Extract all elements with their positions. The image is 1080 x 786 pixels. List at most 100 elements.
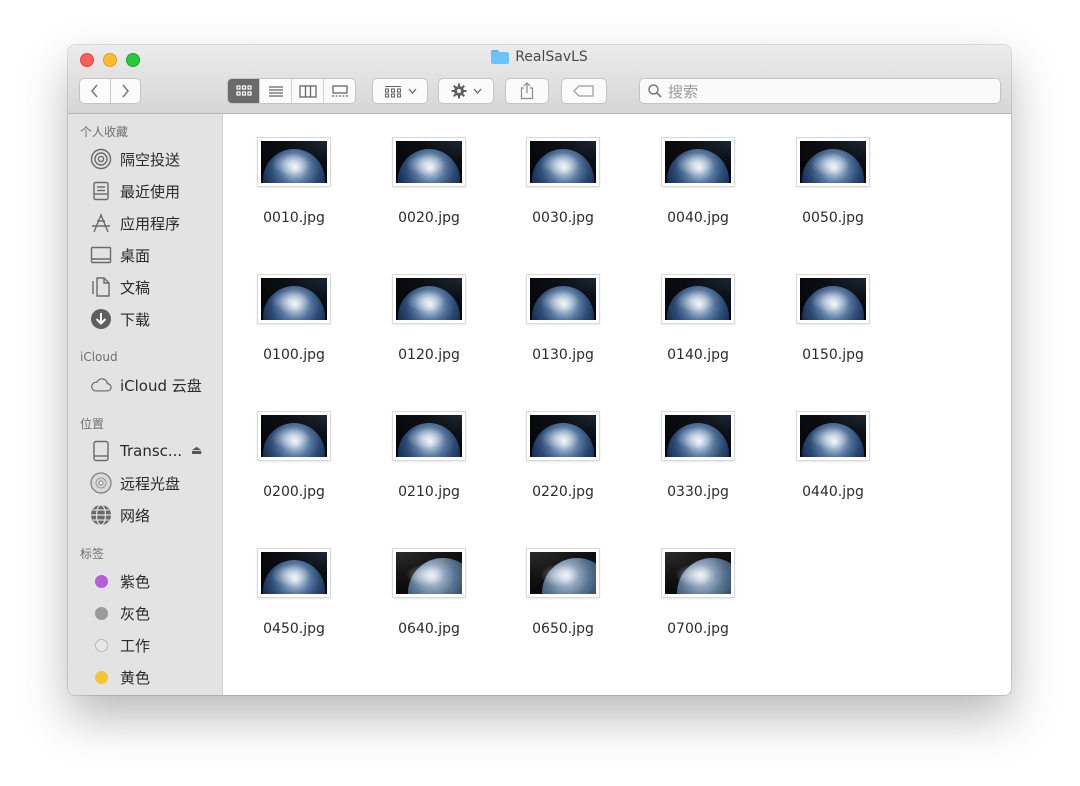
sidebar-item-tag-purple[interactable]: 紫色 bbox=[90, 569, 150, 593]
image-thumbnail bbox=[258, 138, 330, 186]
window-title-text: RealSavLS bbox=[515, 49, 588, 65]
sidebar-item-label: 远程光盘 bbox=[120, 474, 181, 493]
image-thumbnail bbox=[797, 138, 869, 186]
sidebar-item-icloud-drive[interactable]: iCloud 云盘 bbox=[90, 373, 202, 397]
sidebar-item-label: 工作 bbox=[120, 636, 151, 655]
chevron-down-icon bbox=[408, 88, 416, 94]
downloads-icon bbox=[90, 308, 112, 330]
file-name: 0030.jpg bbox=[532, 210, 594, 226]
column-view-button[interactable] bbox=[291, 79, 323, 103]
sidebar-item-label: 文稿 bbox=[120, 278, 151, 297]
file-name: 0640.jpg bbox=[398, 621, 460, 637]
file-name: 0040.jpg bbox=[667, 210, 729, 226]
sidebar-item-label: 下载 bbox=[120, 310, 151, 329]
file-name: 0700.jpg bbox=[667, 621, 729, 637]
list-view-icon bbox=[268, 86, 283, 97]
sidebar-item-tag-work[interactable]: 工作 bbox=[90, 633, 150, 657]
file-name: 0010.jpg bbox=[263, 210, 325, 226]
sidebar-item-label: 黄色 bbox=[120, 668, 151, 687]
file-name: 0150.jpg bbox=[802, 347, 864, 363]
search-icon bbox=[648, 84, 662, 98]
image-thumbnail bbox=[662, 412, 734, 460]
image-thumbnail bbox=[797, 275, 869, 323]
sidebar-item-label: 灰色 bbox=[120, 604, 151, 623]
eject-icon[interactable]: ⏏ bbox=[191, 443, 202, 457]
back-button[interactable] bbox=[80, 79, 110, 103]
file-grid: 0010.jpg 0020.jpg 0030.jpg 0040.jpg 0050… bbox=[223, 114, 1011, 695]
icon-view-button[interactable] bbox=[228, 79, 259, 103]
search-field[interactable]: 搜索 bbox=[639, 78, 1001, 104]
gallery-view-button[interactable] bbox=[323, 79, 355, 103]
sidebar-item-tag-yellow[interactable]: 黄色 bbox=[90, 665, 150, 689]
sidebar-item-label: 最近使用 bbox=[120, 182, 181, 201]
locations-section-title: 位置 bbox=[80, 417, 105, 431]
file-name: 0330.jpg bbox=[667, 484, 729, 500]
sidebar-item-label: 隔空投送 bbox=[120, 150, 181, 169]
window-title: RealSavLS bbox=[68, 49, 1011, 65]
arrange-button[interactable] bbox=[372, 78, 428, 104]
sidebar-item-label: 紫色 bbox=[120, 572, 151, 591]
sidebar-item-tag-gray[interactable]: 灰色 bbox=[90, 601, 150, 625]
image-thumbnail bbox=[662, 549, 734, 597]
favorites-section-title: 个人收藏 bbox=[80, 125, 129, 139]
desktop-icon bbox=[90, 244, 112, 266]
icon-view-icon bbox=[235, 85, 252, 96]
chevron-left-icon bbox=[90, 84, 98, 98]
file-name: 0210.jpg bbox=[398, 484, 460, 500]
sidebar-item-recents[interactable]: 最近使用 bbox=[90, 179, 180, 203]
folder-icon bbox=[491, 50, 510, 64]
share-button[interactable] bbox=[505, 78, 549, 104]
view-mode-buttons bbox=[227, 78, 356, 104]
file-name: 0140.jpg bbox=[667, 347, 729, 363]
file-name: 0020.jpg bbox=[398, 210, 460, 226]
sidebar-item-label: 桌面 bbox=[120, 246, 151, 265]
file-name: 0050.jpg bbox=[802, 210, 864, 226]
tags-section-title: 标签 bbox=[80, 547, 105, 561]
chevron-right-icon bbox=[122, 84, 130, 98]
image-thumbnail bbox=[393, 549, 465, 597]
applications-icon bbox=[90, 212, 112, 234]
column-view-icon bbox=[298, 84, 317, 98]
image-thumbnail bbox=[662, 275, 734, 323]
sidebar-item-airdrop[interactable]: 隔空投送 bbox=[90, 147, 180, 171]
tag-button[interactable] bbox=[561, 78, 607, 104]
icloud-section-title: iCloud bbox=[80, 350, 118, 364]
tag-icon bbox=[573, 85, 594, 97]
documents-icon bbox=[90, 276, 112, 298]
image-thumbnail bbox=[258, 549, 330, 597]
share-icon bbox=[520, 82, 534, 100]
sidebar-item-downloads[interactable]: 下载 bbox=[90, 307, 150, 331]
sidebar-item-network[interactable]: 网络 bbox=[90, 503, 150, 527]
file-name: 0450.jpg bbox=[263, 621, 325, 637]
gear-icon bbox=[451, 83, 466, 99]
action-button[interactable] bbox=[438, 78, 494, 104]
image-thumbnail bbox=[797, 412, 869, 460]
yellow-tag-dot bbox=[94, 670, 108, 684]
optical-disc-icon bbox=[90, 472, 112, 494]
gallery-view-icon bbox=[331, 84, 348, 97]
file-name: 0100.jpg bbox=[263, 347, 325, 363]
file-name: 0130.jpg bbox=[532, 347, 594, 363]
list-view-button[interactable] bbox=[259, 79, 291, 103]
file-name: 0650.jpg bbox=[532, 621, 594, 637]
sidebar-item-desktop[interactable]: 桌面 bbox=[90, 243, 150, 267]
sidebar-item-label: Transc... bbox=[120, 442, 183, 460]
sidebar-item-label: iCloud 云盘 bbox=[120, 376, 202, 395]
image-thumbnail bbox=[662, 138, 734, 186]
image-thumbnail bbox=[393, 138, 465, 186]
sidebar-item-documents[interactable]: 文稿 bbox=[90, 275, 150, 299]
search-placeholder: 搜索 bbox=[668, 82, 699, 101]
sidebar-item-applications[interactable]: 应用程序 bbox=[90, 211, 180, 235]
forward-button[interactable] bbox=[109, 79, 141, 103]
file-name: 0220.jpg bbox=[532, 484, 594, 500]
sidebar-item-remote-disc[interactable]: 远程光盘 bbox=[90, 471, 180, 495]
purple-tag-dot bbox=[94, 574, 108, 588]
navigation-buttons bbox=[79, 78, 141, 104]
sidebar-item-label: 网络 bbox=[120, 506, 151, 525]
network-icon bbox=[90, 504, 112, 526]
image-thumbnail bbox=[527, 549, 599, 597]
finder-window: RealSavLS 搜索 个人收藏 隔空投送 最近使用 应用程序 桌面 文稿 下… bbox=[68, 45, 1011, 695]
sidebar-item-transcend-disk[interactable]: Transc... bbox=[90, 439, 182, 463]
arrange-icon bbox=[384, 85, 401, 98]
cloud-icon bbox=[90, 374, 112, 396]
